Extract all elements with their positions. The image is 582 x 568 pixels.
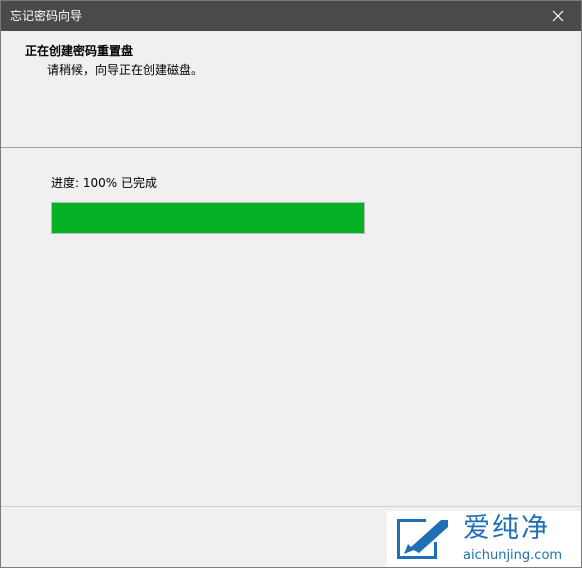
progress-label: 进度: 100% 已完成 bbox=[51, 176, 157, 190]
progress-bar-fill bbox=[52, 203, 364, 233]
watermark-brand-name: 爱纯净 bbox=[463, 513, 550, 544]
wizard-window: 忘记密码向导 正在创建密码重置盘 请稍候，向导正在创建磁盘。 进度: 100% … bbox=[0, 0, 582, 568]
watermark-url: aichunjing.com bbox=[463, 548, 563, 563]
window-title: 忘记密码向导 bbox=[10, 9, 83, 23]
progress-bar bbox=[51, 202, 365, 234]
title-bar: 忘记密码向导 bbox=[1, 1, 581, 31]
footer-divider bbox=[1, 506, 581, 507]
step-title: 正在创建密码重置盘 bbox=[25, 44, 134, 58]
close-button[interactable] bbox=[535, 1, 581, 31]
close-icon bbox=[552, 10, 564, 22]
watermark: 爱纯净 aichunjing.com bbox=[387, 511, 581, 567]
wizard-header: 正在创建密码重置盘 请稍候，向导正在创建磁盘。 bbox=[1, 31, 581, 146]
header-divider bbox=[1, 147, 581, 148]
step-subtitle: 请稍候，向导正在创建磁盘。 bbox=[47, 63, 204, 77]
brand-logo-icon bbox=[394, 516, 452, 562]
